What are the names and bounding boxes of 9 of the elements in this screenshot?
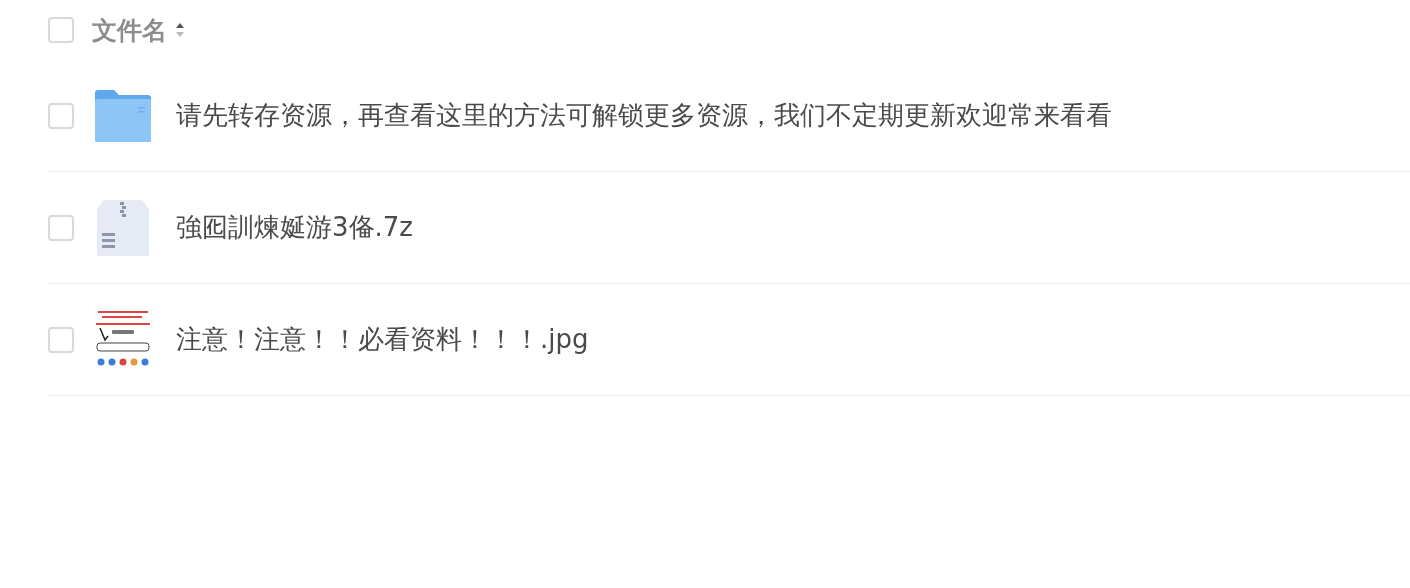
folder-icon [94, 88, 152, 143]
row-checkbox[interactable] [48, 214, 74, 241]
file-name[interactable]: 強囮訓煉娫游3俻.7z [176, 210, 413, 245]
row-checkbox[interactable] [48, 102, 74, 129]
file-name[interactable]: 注意！注意！！必看资料！！！.jpg [176, 322, 589, 357]
file-name[interactable]: 请先转存资源，再查看这里的方法可解锁更多资源，我们不定期更新欢迎常来看看 [176, 98, 1112, 133]
select-all-checkbox[interactable] [48, 17, 74, 43]
row-checkbox[interactable] [48, 326, 74, 353]
archive-icon [94, 198, 152, 257]
